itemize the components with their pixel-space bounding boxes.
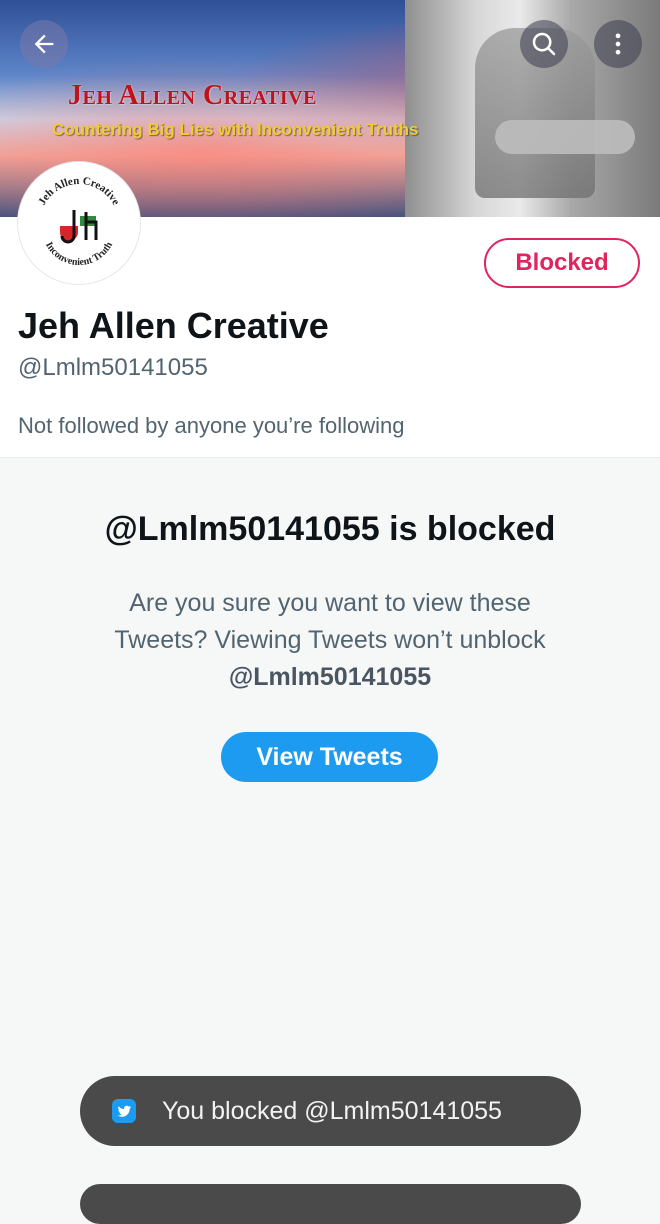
profile-handle: @Lmlm50141055 [18,354,208,381]
banner-title: Jeh Allen Creative [68,80,317,111]
toast-notification: You blocked @Lmlm50141055 [80,1076,581,1146]
blocked-button[interactable]: Blocked [484,238,640,288]
blocked-title: @Lmlm50141055 is blocked [104,510,556,548]
toast-text: You blocked @Lmlm50141055 [162,1096,502,1125]
banner-tagline: Countering Big Lies with Inconvenient Tr… [52,120,419,139]
profile-name: Jeh Allen Creative [18,305,329,346]
toast-notification-partial [80,1184,581,1224]
arrow-left-icon [34,34,54,54]
search-icon [532,32,556,56]
back-button[interactable] [20,20,68,68]
avatar[interactable]: Jeh Allen Creative Inconvenient Truth [18,162,140,284]
blocked-message-text: Are you sure you want to view these Twee… [114,589,546,654]
search-button[interactable] [520,20,568,68]
follow-context-text: Not followed by anyone you’re following [18,413,405,438]
blocked-message-handle: @Lmlm50141055 [228,663,432,691]
twitter-bird-icon [112,1099,136,1123]
avatar-ring-bottom-text: Inconvenient Truth [43,240,115,268]
avatar-ring-top-text: Jeh Allen Creative [36,175,122,207]
more-options-button[interactable] [594,20,642,68]
blocked-message: Are you sure you want to view these Twee… [80,585,580,696]
view-tweets-button[interactable]: View Tweets [221,732,438,782]
more-vertical-icon [615,33,621,55]
avatar-logo: Jeh Allen Creative Inconvenient Truth [36,175,122,268]
